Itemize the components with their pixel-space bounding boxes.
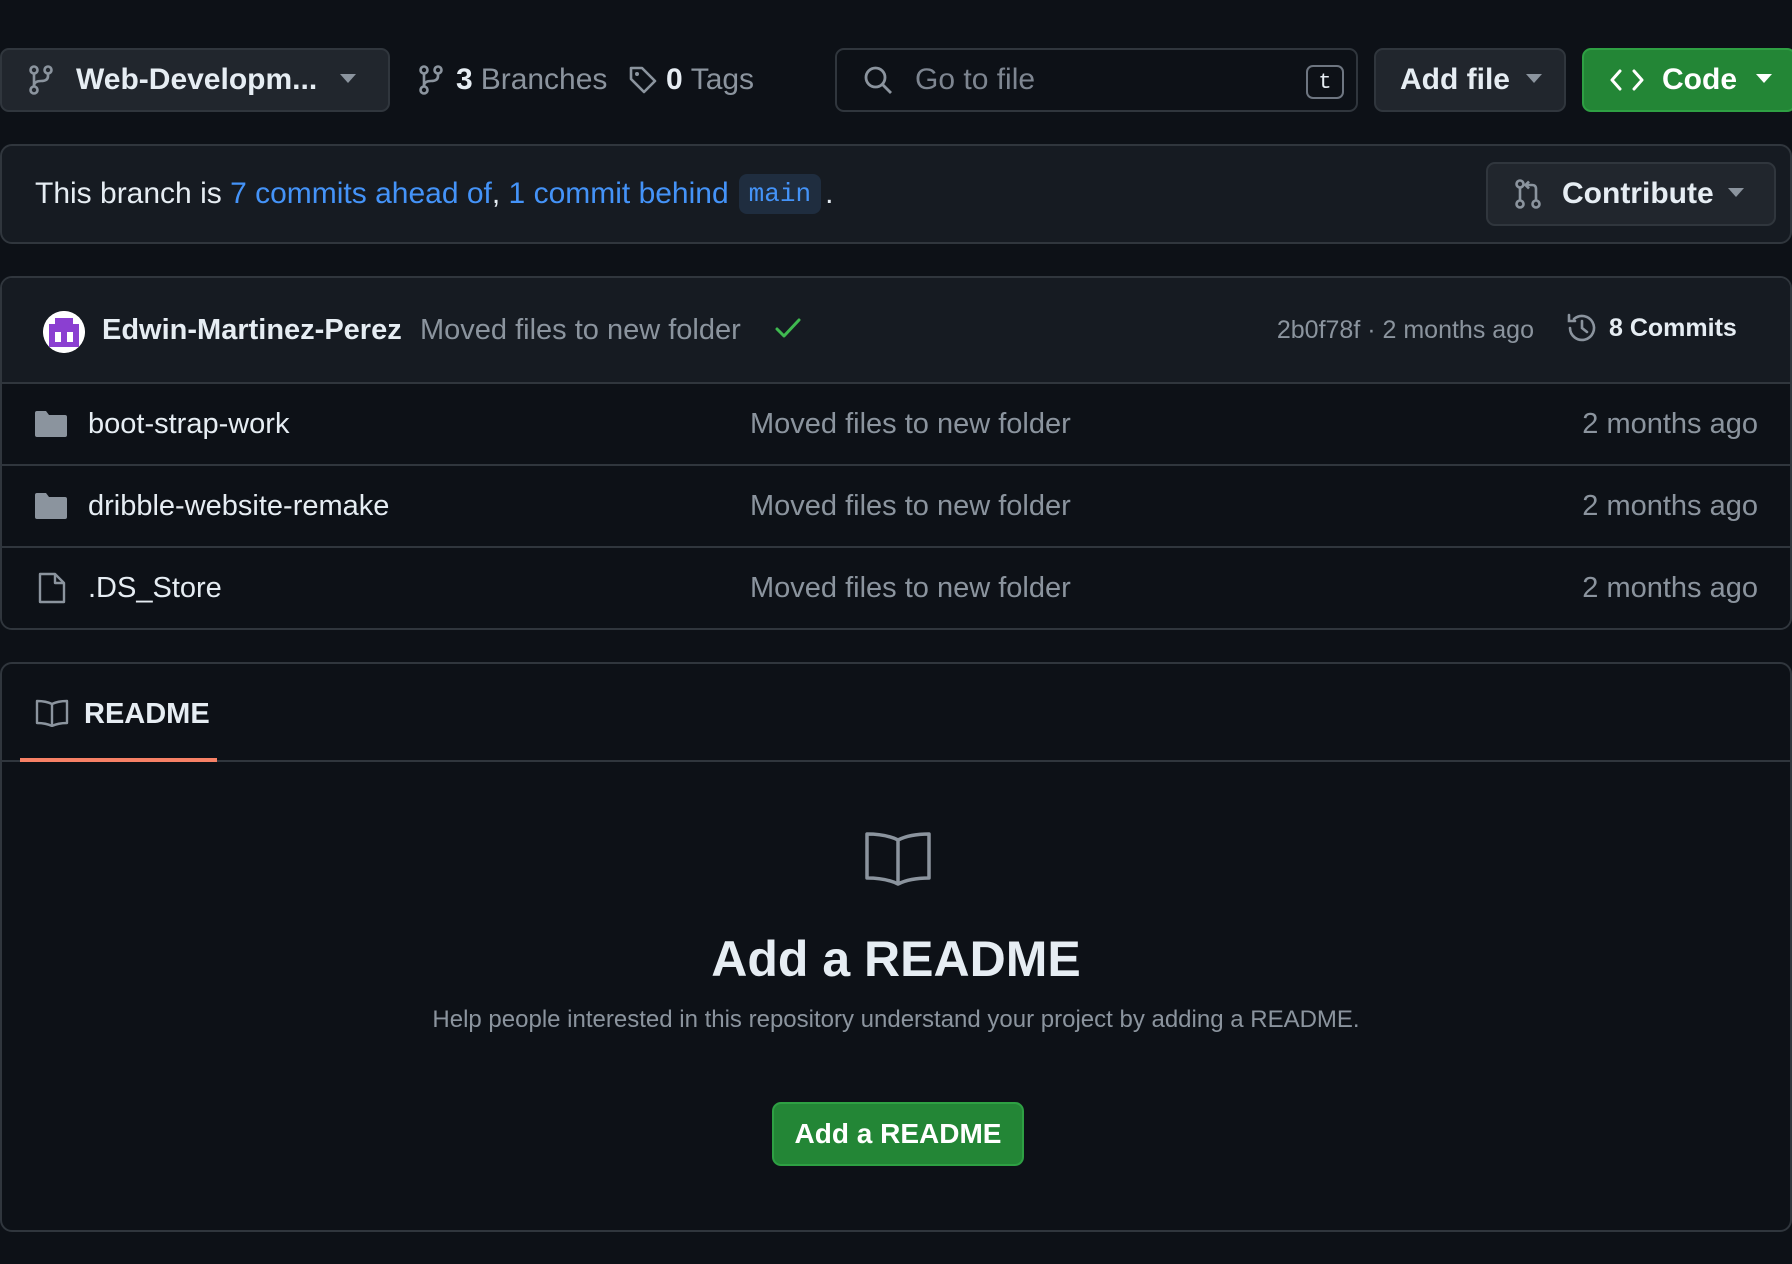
chevron-down-icon: [1756, 74, 1772, 84]
chevron-down-icon: [1728, 188, 1744, 198]
file-commit-message[interactable]: Moved files to new folder: [750, 408, 1071, 441]
commit-author[interactable]: Edwin-Martinez-Perez: [102, 314, 402, 347]
file-commit-message[interactable]: Moved files to new folder: [750, 572, 1071, 605]
branches-link[interactable]: 3 Branches: [418, 48, 607, 112]
tags-link[interactable]: 0 Tags: [628, 48, 754, 112]
commits-history-link[interactable]: 8 Commits: [1565, 311, 1737, 345]
file-name[interactable]: .DS_Store: [88, 572, 222, 605]
file-name[interactable]: boot-strap-work: [88, 408, 289, 441]
branch-status-text: This branch is 7 commits ahead of , 1 co…: [35, 174, 833, 214]
file-commit-time: 2 months ago: [1582, 490, 1758, 522]
file-list: Edwin-Martinez-Perez Moved files to new …: [0, 276, 1792, 630]
check-icon[interactable]: [774, 316, 802, 340]
folder-icon: [34, 410, 68, 438]
file-icon: [38, 572, 66, 604]
commits-ahead-link[interactable]: 7 commits ahead of: [230, 177, 492, 211]
file-commit-time: 2 months ago: [1582, 408, 1758, 440]
search-placeholder: Go to file: [915, 63, 1036, 96]
base-branch-badge[interactable]: main: [738, 174, 822, 214]
code-label: Code: [1662, 63, 1737, 96]
branches-count: 3: [456, 63, 473, 96]
add-file-button[interactable]: Add file: [1374, 48, 1566, 112]
book-icon: [864, 832, 932, 886]
contribute-button[interactable]: Contribute: [1486, 162, 1776, 226]
folder-icon: [34, 492, 68, 520]
tab-readme-label: README: [84, 698, 210, 730]
file-commit-message[interactable]: Moved files to new folder: [750, 490, 1071, 523]
avatar[interactable]: [43, 311, 85, 353]
readme-tab-bar: README: [2, 664, 1790, 762]
readme-panel: README Add a README Help people interest…: [0, 662, 1792, 1232]
chevron-down-icon: [340, 74, 356, 84]
book-icon: [35, 699, 69, 727]
file-row[interactable]: dribble-website-remake Moved files to ne…: [2, 466, 1790, 548]
tags-count: 0: [666, 63, 683, 96]
add-readme-button[interactable]: Add a README: [772, 1102, 1024, 1166]
history-icon: [1565, 311, 1599, 345]
tab-readme[interactable]: README: [20, 664, 217, 762]
tags-label: Tags: [690, 63, 755, 96]
pull-request-icon: [1514, 179, 1542, 209]
readme-empty-title: Add a README: [711, 931, 1081, 987]
git-branch-icon: [418, 65, 444, 95]
tag-icon: [628, 65, 658, 95]
branch-name: Web-Developm...: [76, 63, 318, 96]
commits-count: 8 Commits: [1609, 313, 1737, 342]
file-row[interactable]: .DS_Store Moved files to new folder 2 mo…: [2, 548, 1790, 628]
branch-status-prefix: This branch is: [35, 177, 231, 210]
go-to-file-search[interactable]: Go to file t: [835, 48, 1358, 112]
branch-status-banner: This branch is 7 commits ahead of , 1 co…: [0, 144, 1792, 244]
add-file-label: Add file: [1400, 63, 1510, 96]
search-icon: [863, 65, 893, 95]
file-name[interactable]: dribble-website-remake: [88, 490, 389, 523]
branch-status-separator: ,: [491, 177, 509, 210]
chevron-down-icon: [1526, 74, 1542, 84]
git-branch-icon: [28, 65, 54, 95]
file-row[interactable]: boot-strap-work Moved files to new folde…: [2, 384, 1790, 466]
readme-empty-description: Help people interested in this repositor…: [432, 1006, 1360, 1033]
branches-label: Branches: [480, 63, 608, 96]
latest-commit-row: Edwin-Martinez-Perez Moved files to new …: [2, 278, 1790, 384]
branch-selector-button[interactable]: Web-Developm...: [0, 48, 390, 112]
branch-status-suffix: .: [825, 177, 834, 210]
commit-message[interactable]: Moved files to new folder: [420, 314, 741, 347]
contribute-label: Contribute: [1562, 177, 1714, 210]
code-button[interactable]: Code: [1582, 48, 1792, 112]
commit-sha-and-time[interactable]: 2b0f78f · 2 months ago: [1277, 316, 1534, 345]
code-icon: [1610, 67, 1644, 93]
keyboard-shortcut-hint: t: [1306, 65, 1344, 99]
commits-behind-link[interactable]: 1 commit behind: [509, 177, 729, 211]
file-commit-time: 2 months ago: [1582, 572, 1758, 604]
